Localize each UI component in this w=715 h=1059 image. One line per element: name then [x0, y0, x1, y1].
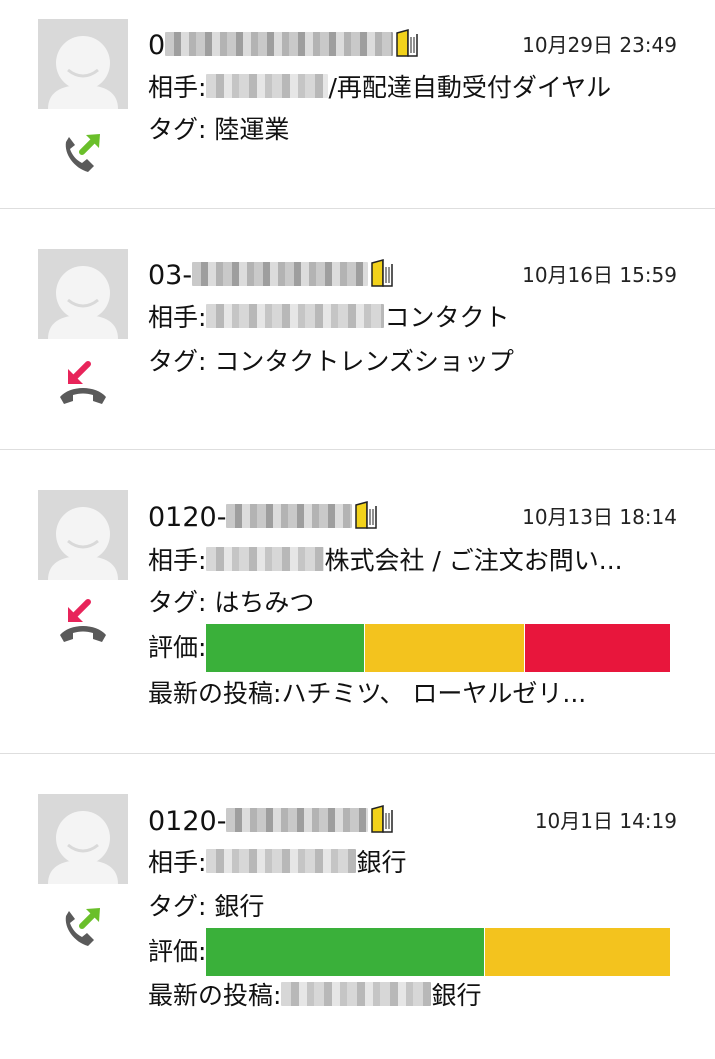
tag-value: 銀行 — [214, 892, 265, 921]
tag-value: 陸運業 — [214, 115, 290, 144]
call-log-item[interactable]: 0 10月29日 23:49 相手: /再配達自動受付ダイヤル タグ: 陸運業 — [0, 0, 715, 209]
book-icon — [355, 501, 378, 529]
tag-line: タグ: 銀行 — [148, 891, 264, 923]
avatar — [38, 490, 128, 580]
rating-good-segment — [206, 928, 485, 976]
partner-line: 相手: /再配達自動受付ダイヤル — [148, 72, 611, 104]
redacted-partner — [206, 304, 385, 328]
latest-post-line: 最新の投稿:ハチミツ、 ローヤルゼリ... — [148, 678, 586, 710]
redacted-partner — [206, 849, 357, 873]
avatar — [38, 19, 128, 109]
partner-name: コンタクト — [384, 303, 510, 332]
redacted-number — [165, 32, 394, 56]
redacted-partner — [206, 74, 329, 98]
book-icon — [371, 805, 394, 833]
avatar — [38, 249, 128, 339]
tag-value: はちみつ — [214, 588, 315, 617]
book-icon — [371, 259, 393, 287]
rating-label: 評価: — [148, 633, 207, 662]
post-text: 銀行 — [431, 981, 482, 1010]
tag-line: タグ: 陸運業 — [148, 114, 289, 146]
partner-name: /再配達自動受付ダイヤル — [328, 73, 612, 102]
rating-label: 評価: — [148, 937, 207, 966]
phone-number: 0120- — [148, 804, 396, 839]
rating-bad-segment — [523, 624, 671, 672]
number-prefix: 0120- — [148, 502, 227, 533]
tag-line: タグ: はちみつ — [148, 587, 314, 619]
partner-line: 相手: 銀行 — [148, 847, 406, 879]
outgoing-call-icon — [58, 902, 108, 950]
partner-label: 相手: — [148, 546, 207, 575]
rating-row: 評価: — [148, 624, 671, 672]
call-log-item[interactable]: 03- 10月16日 15:59 相手: コンタクト タグ: コンタクトレンズショ… — [0, 209, 715, 450]
call-log-item[interactable]: 0120- 10月1日 14:19 相手: 銀行 タグ: 銀行 評価: 最新の投稿… — [0, 754, 715, 1059]
number-prefix: 03- — [148, 260, 193, 291]
book-icon — [396, 29, 418, 57]
partner-label: 相手: — [148, 73, 207, 102]
number-prefix: 0 — [148, 30, 166, 61]
incoming-call-icon — [58, 597, 108, 645]
partner-name: 銀行 — [356, 848, 407, 877]
tag-label: タグ: — [148, 115, 207, 144]
phone-number: 03- — [148, 258, 396, 293]
outgoing-call-icon — [58, 128, 108, 176]
tag-label: タグ: — [148, 892, 207, 921]
call-datetime: 10月16日 15:59 — [522, 263, 677, 287]
rating-neutral-segment — [484, 928, 671, 976]
latest-post-line: 最新の投稿: 銀行 — [148, 980, 481, 1012]
phone-number: 0 — [148, 28, 421, 63]
call-datetime: 10月29日 23:49 — [522, 33, 677, 57]
partner-line: 相手: 株式会社 / ご注文お問い... — [148, 545, 623, 577]
redacted-number — [192, 262, 369, 286]
number-prefix: 0120- — [148, 806, 227, 837]
tag-label: タグ: — [148, 588, 207, 617]
call-log-item[interactable]: 0120- 10月13日 18:14 相手: 株式会社 / ご注文お問い... タ… — [0, 450, 715, 754]
incoming-call-icon — [58, 359, 108, 407]
redacted-post — [281, 982, 432, 1006]
rating-row: 評価: — [148, 928, 671, 976]
call-history-list: 0 10月29日 23:49 相手: /再配達自動受付ダイヤル タグ: 陸運業 0… — [0, 0, 715, 1059]
redacted-partner — [206, 547, 325, 571]
rating-neutral-segment — [363, 624, 524, 672]
rating-bar — [206, 928, 671, 976]
post-label: 最新の投稿: — [148, 679, 282, 708]
tag-value: コンタクトレンズショップ — [214, 347, 514, 376]
post-label: 最新の投稿: — [148, 981, 282, 1010]
redacted-number — [226, 808, 369, 832]
tag-label: タグ: — [148, 347, 207, 376]
post-text: ハチミツ、 ローヤルゼリ... — [281, 679, 587, 708]
partner-label: 相手: — [148, 303, 207, 332]
call-datetime: 10月13日 18:14 — [522, 505, 677, 529]
partner-name: 株式会社 / ご注文お問い... — [324, 546, 623, 575]
avatar — [38, 794, 128, 884]
phone-number: 0120- — [148, 500, 380, 535]
call-datetime: 10月1日 14:19 — [534, 809, 677, 833]
redacted-number — [226, 504, 353, 528]
partner-line: 相手: コンタクト — [148, 302, 509, 334]
rating-bar — [206, 624, 671, 672]
partner-label: 相手: — [148, 848, 207, 877]
tag-line: タグ: コンタクトレンズショップ — [148, 346, 514, 378]
rating-good-segment — [206, 624, 364, 672]
